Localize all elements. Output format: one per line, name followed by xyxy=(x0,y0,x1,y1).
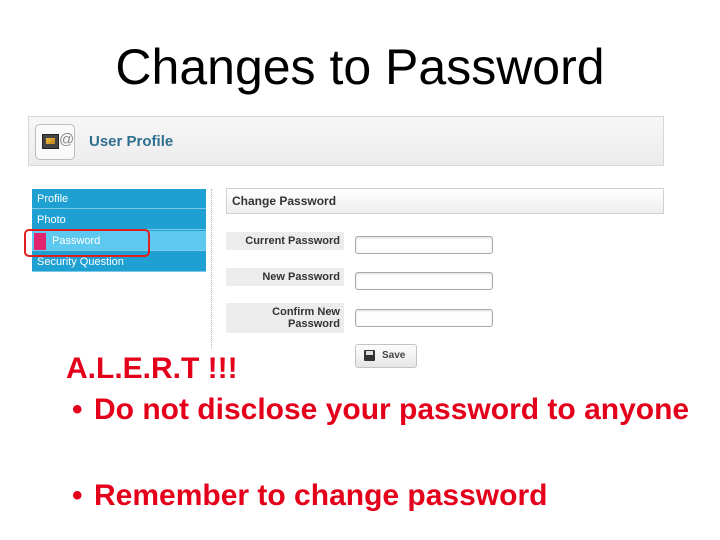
new-password-input[interactable] xyxy=(355,272,493,290)
sidebar-item-label: Photo xyxy=(37,214,66,226)
bullet-icon: • xyxy=(72,479,83,512)
bullet-icon: • xyxy=(72,393,83,426)
panel-divider xyxy=(211,189,212,349)
sidebar-item-profile[interactable]: Profile xyxy=(32,189,206,209)
sidebar-item-label: Profile xyxy=(37,193,69,205)
sidebar-item-label: Security Question xyxy=(37,256,124,268)
user-profile-header: @ User Profile xyxy=(28,116,664,166)
floppy-disk-icon xyxy=(364,350,375,361)
slide-title: Changes to Password xyxy=(115,39,605,95)
save-button-label: Save xyxy=(382,350,406,361)
profile-photo-at-icon: @ xyxy=(35,124,75,160)
header-title: User Profile xyxy=(89,133,174,150)
save-button[interactable]: Save xyxy=(355,344,417,368)
current-password-input[interactable] xyxy=(355,236,493,254)
password-highlight-box xyxy=(24,229,150,257)
sidebar-item-photo[interactable]: Photo xyxy=(32,210,206,230)
current-password-label: Current Password xyxy=(226,232,344,250)
change-password-heading: Change Password xyxy=(226,188,664,214)
alert-bullet: • Remember to change password xyxy=(72,479,548,512)
confirm-new-password-input[interactable] xyxy=(355,309,493,327)
confirm-new-password-label: Confirm New Password xyxy=(226,303,344,333)
alert-title: A.L.E.R.T !!! xyxy=(66,352,238,385)
alert-bullet: • Do not disclose your password to anyon… xyxy=(72,393,690,426)
new-password-label: New Password xyxy=(226,268,344,286)
